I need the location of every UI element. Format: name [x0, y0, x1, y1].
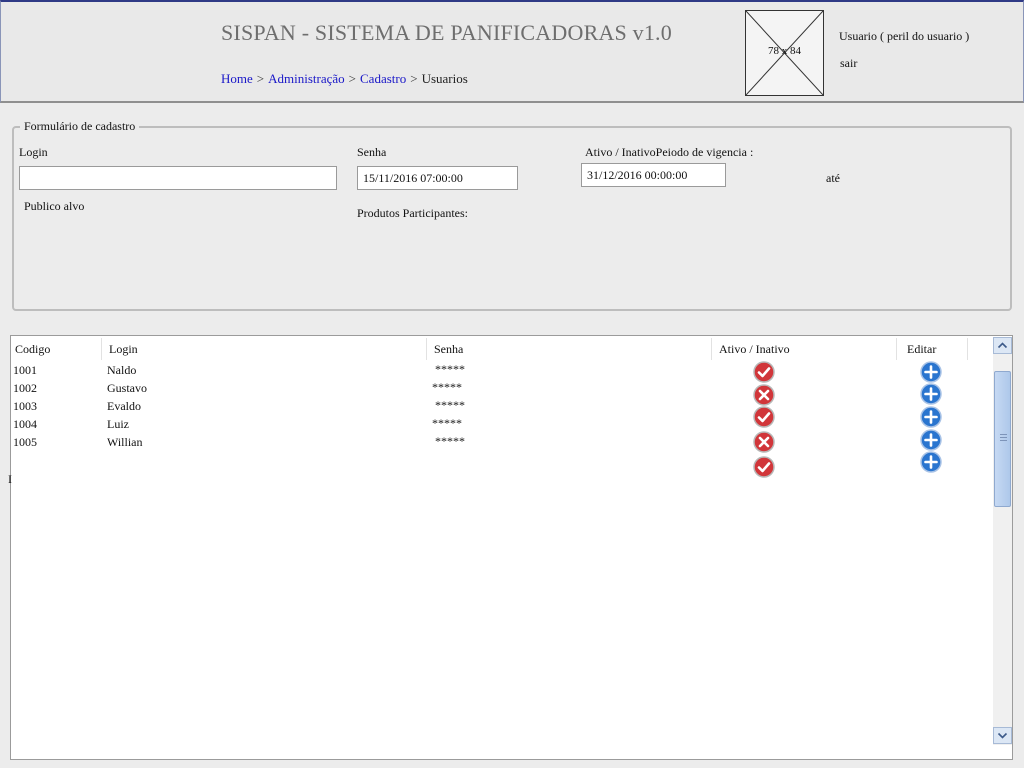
cell-senha: ***** — [432, 380, 462, 394]
check-icon[interactable] — [753, 456, 775, 478]
ate-label: até — [826, 171, 840, 185]
cell-login: Evaldo — [107, 399, 141, 413]
cell-codigo: 1003 — [13, 399, 37, 413]
login-input[interactable] — [19, 166, 337, 190]
column-header-codigo[interactable]: Codigo — [15, 342, 50, 357]
stray-text: I — [8, 472, 12, 486]
table-scrollbar[interactable] — [993, 337, 1012, 745]
column-divider — [426, 338, 427, 360]
breadcrumb-home[interactable]: Home — [221, 71, 253, 86]
breadcrumb-current: Usuarios — [421, 71, 468, 86]
breadcrumb: Home > Administração > Cadastro > Usuarios — [221, 71, 468, 87]
x-icon[interactable] — [753, 384, 775, 406]
plus-icon[interactable] — [920, 361, 942, 383]
avatar: 78 x 84 — [745, 10, 824, 96]
cell-codigo: 1001 — [13, 363, 37, 377]
breadcrumb-separator: > — [348, 71, 357, 86]
column-divider — [101, 338, 102, 360]
breadcrumb-cadastro[interactable]: Cadastro — [360, 71, 406, 86]
senha-input[interactable] — [357, 166, 518, 190]
breadcrumb-separator: > — [256, 71, 265, 86]
column-header-editar[interactable]: Editar — [907, 342, 936, 357]
plus-icon[interactable] — [920, 451, 942, 473]
user-profile-label: Usuario ( peril do usuario ) — [839, 29, 970, 43]
breadcrumb-administracao[interactable]: Administração — [268, 71, 345, 86]
plus-icon[interactable] — [920, 383, 942, 405]
users-table: Codigo Login Senha Ativo / Inativo Edita… — [10, 335, 1013, 760]
cell-codigo: 1002 — [13, 381, 37, 395]
app-title: SISPAN - SISTEMA DE PANIFICADORAS v1.0 — [221, 20, 672, 45]
column-header-ativo-inativo[interactable]: Ativo / Inativo — [719, 342, 790, 357]
x-icon[interactable] — [753, 431, 775, 453]
grip-line — [1000, 440, 1007, 441]
ativo-periodo-label: Ativo / InativoPeiodo de vigencia : — [585, 145, 754, 159]
app-header: SISPAN - SISTEMA DE PANIFICADORAS v1.0 H… — [0, 0, 1024, 103]
grip-line — [1000, 437, 1007, 438]
column-divider — [711, 338, 712, 360]
publico-alvo-label: Publico alvo — [24, 199, 85, 213]
column-header-senha[interactable]: Senha — [434, 342, 463, 357]
registration-form — [12, 126, 1012, 311]
column-header-login[interactable]: Login — [109, 342, 138, 357]
form-legend: Formulário de cadastro — [20, 119, 140, 134]
vigencia-input[interactable] — [581, 163, 726, 187]
scroll-thumb[interactable] — [994, 371, 1011, 507]
cell-senha: ***** — [435, 434, 465, 448]
cell-login: Luiz — [107, 417, 129, 431]
cell-codigo: 1005 — [13, 435, 37, 449]
breadcrumb-separator: > — [410, 71, 418, 86]
login-label: Login — [19, 145, 48, 159]
check-icon[interactable] — [753, 406, 775, 428]
grip-line — [1000, 434, 1007, 435]
cell-senha: ***** — [432, 416, 462, 430]
avatar-size-label: 78 x 84 — [768, 45, 801, 57]
chevron-up-icon — [997, 342, 1008, 349]
scroll-down-button[interactable] — [993, 727, 1012, 744]
logout-link[interactable]: sair — [840, 56, 857, 71]
plus-icon[interactable] — [920, 429, 942, 451]
cell-login: Naldo — [107, 363, 137, 377]
senha-label: Senha — [357, 145, 387, 159]
plus-icon[interactable] — [920, 406, 942, 428]
cell-login: Gustavo — [107, 381, 147, 395]
chevron-down-icon — [997, 732, 1008, 739]
cell-codigo: 1004 — [13, 417, 37, 431]
cell-senha: ***** — [435, 362, 465, 376]
cell-senha: ***** — [435, 398, 465, 412]
produtos-participantes-label: Produtos Participantes: — [357, 206, 468, 220]
column-divider — [967, 338, 968, 360]
cell-login: Willian — [107, 435, 143, 449]
column-divider — [896, 338, 897, 360]
check-icon[interactable] — [753, 361, 775, 383]
scroll-up-button[interactable] — [993, 337, 1012, 354]
